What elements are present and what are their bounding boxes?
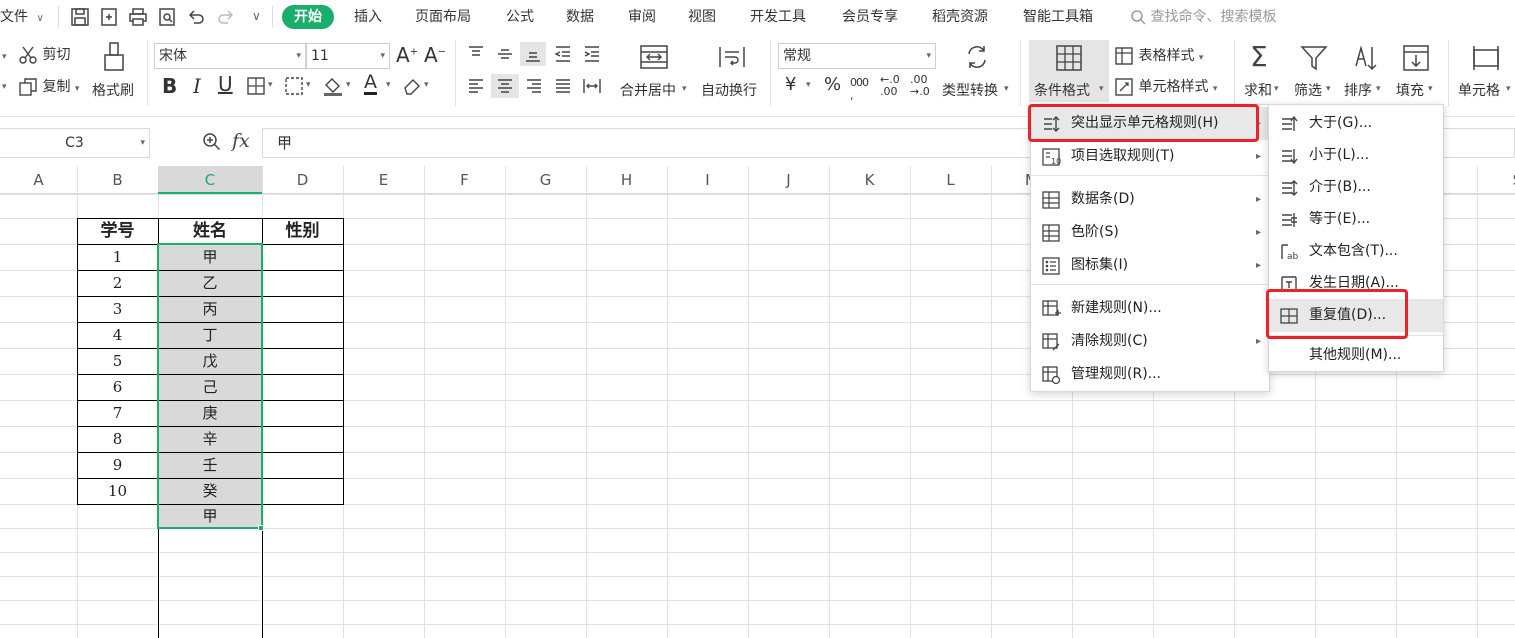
manage-rules-icon bbox=[1041, 365, 1061, 385]
highlight-submenu-item-label: 小于(L)... bbox=[1309, 147, 1370, 163]
column-header-a[interactable]: A bbox=[0, 166, 77, 194]
equal-to-icon bbox=[1279, 210, 1299, 230]
column-header-f[interactable]: F bbox=[424, 166, 505, 194]
column-header-h[interactable]: H bbox=[586, 166, 667, 194]
column-gridline bbox=[1477, 166, 1478, 638]
clear-rules-icon bbox=[1041, 332, 1061, 352]
column-gridline bbox=[424, 166, 425, 638]
menu-separator bbox=[1031, 284, 1269, 285]
highlight-submenu-item-label: 文本包含(T)... bbox=[1309, 243, 1398, 259]
highlight-submenu-item-label: 其他规则(M)... bbox=[1309, 347, 1402, 363]
header-name[interactable]: 姓名 bbox=[158, 218, 262, 244]
student-id-cell[interactable]: 7 bbox=[77, 400, 158, 426]
cf-menu-item-label: 数据条(D) bbox=[1071, 191, 1135, 207]
highlight-submenu-item[interactable]: 小于(L)... bbox=[1269, 139, 1443, 172]
column-gridline bbox=[505, 166, 506, 638]
duplicate-highlight-box-red bbox=[1266, 289, 1408, 339]
column-header-e[interactable]: E bbox=[343, 166, 424, 194]
conditional-format-menu: 突出显示单元格规则(H) ▸ 10 项目选取规则(T) ▸ 数据条(D) ▸ 色阶(S) ▸ 图标… bbox=[1030, 104, 1270, 392]
color-scales-icon bbox=[1041, 223, 1061, 243]
column-gridline bbox=[829, 166, 830, 638]
student-id-cell[interactable]: 2 bbox=[77, 270, 158, 296]
student-id-cell[interactable]: 8 bbox=[77, 426, 158, 452]
table-border bbox=[77, 218, 78, 505]
table-border bbox=[77, 218, 343, 219]
column-header-j[interactable]: J bbox=[748, 166, 829, 194]
cf-menu-item[interactable]: 清除规则(C) ▸ bbox=[1031, 325, 1269, 358]
column-gridline bbox=[991, 166, 992, 638]
student-id-cell[interactable]: 10 bbox=[77, 478, 158, 504]
chevron-right-icon: ▸ bbox=[1255, 194, 1261, 205]
column-header-b[interactable]: B bbox=[77, 166, 158, 194]
new-rule-icon bbox=[1041, 299, 1061, 319]
column-gridline bbox=[910, 166, 911, 638]
row-gridline bbox=[0, 624, 1515, 625]
column-header-g[interactable]: G bbox=[505, 166, 586, 194]
column-header-k[interactable]: K bbox=[829, 166, 910, 194]
cf-menu-item[interactable]: 新建规则(N)... bbox=[1031, 292, 1269, 325]
cf-menu-item[interactable]: 图标集(I) ▸ bbox=[1031, 249, 1269, 282]
highlight-submenu-item[interactable]: 大于(G)... bbox=[1269, 107, 1443, 140]
highlight-submenu-item[interactable]: ab 文本包含(T)... bbox=[1269, 235, 1443, 268]
data-bars-icon bbox=[1041, 190, 1061, 210]
row-gridline bbox=[0, 552, 1515, 553]
header-student-id[interactable]: 学号 bbox=[77, 218, 158, 244]
text-contains-icon: ab bbox=[1279, 242, 1299, 262]
cf-menu-item[interactable]: 色阶(S) ▸ bbox=[1031, 216, 1269, 249]
column-header-i[interactable]: I bbox=[667, 166, 748, 194]
cf-menu-item-label: 色阶(S) bbox=[1071, 224, 1119, 240]
column-gridline bbox=[748, 166, 749, 638]
highlight-submenu-item[interactable]: 等于(E)... bbox=[1269, 203, 1443, 236]
less-than-icon bbox=[1279, 146, 1299, 166]
cf-menu-item-label: 图标集(I) bbox=[1071, 257, 1129, 273]
highlight-submenu-item-label: 介于(B)... bbox=[1309, 179, 1371, 195]
between-icon bbox=[1279, 178, 1299, 198]
column-gridline bbox=[667, 166, 668, 638]
student-id-cell[interactable]: 1 bbox=[77, 244, 158, 270]
chevron-right-icon: ▸ bbox=[1255, 260, 1261, 271]
column-header-d[interactable]: D bbox=[262, 166, 343, 194]
highlight-submenu-item-label: 大于(G)... bbox=[1309, 115, 1373, 131]
cf-menu-item-label: 管理规则(R)... bbox=[1071, 366, 1162, 382]
header-gender[interactable]: 性别 bbox=[262, 218, 343, 244]
menu-separator bbox=[1031, 175, 1269, 176]
student-id-cell[interactable]: 4 bbox=[77, 322, 158, 348]
cf-menu-item[interactable]: 数据条(D) ▸ bbox=[1031, 183, 1269, 216]
svg-text:10: 10 bbox=[1051, 157, 1061, 166]
student-id-cell[interactable]: 9 bbox=[77, 452, 158, 478]
highlight-submenu-item[interactable]: 介于(B)... bbox=[1269, 171, 1443, 204]
column-header-l[interactable]: L bbox=[910, 166, 991, 194]
column-header-c[interactable]: C bbox=[158, 166, 262, 194]
column-header-s[interactable]: S bbox=[1477, 166, 1515, 194]
row-gridline bbox=[0, 576, 1515, 577]
chevron-right-icon: ▸ bbox=[1255, 151, 1261, 162]
row-gridline bbox=[0, 600, 1515, 601]
student-id-cell[interactable]: 5 bbox=[77, 348, 158, 374]
student-id-cell[interactable]: 3 bbox=[77, 296, 158, 322]
fill-handle[interactable] bbox=[258, 525, 264, 531]
cf-menu-item[interactable]: 管理规则(R)... bbox=[1031, 358, 1269, 391]
chevron-right-icon: ▸ bbox=[1255, 336, 1261, 347]
column-gridline bbox=[586, 166, 587, 638]
cf-menu-item[interactable]: 10 项目选取规则(T) ▸ bbox=[1031, 140, 1269, 173]
greater-than-icon bbox=[1279, 114, 1299, 134]
table-border bbox=[343, 218, 344, 505]
cf-menu-item-label: 项目选取规则(T) bbox=[1071, 148, 1175, 164]
svg-text:ab: ab bbox=[1287, 252, 1299, 262]
highlight-submenu-item-label: 等于(E)... bbox=[1309, 211, 1371, 227]
chevron-right-icon: ▸ bbox=[1255, 227, 1261, 238]
top-bottom-rules-icon: 10 bbox=[1041, 147, 1061, 167]
highlight-submenu-item[interactable]: 其他规则(M)... bbox=[1269, 339, 1443, 372]
highlight-box-red bbox=[1028, 104, 1259, 142]
selection-range-border[interactable] bbox=[157, 243, 263, 529]
cf-menu-item-label: 清除规则(C) bbox=[1071, 333, 1148, 349]
cf-menu-item-label: 新建规则(N)... bbox=[1071, 300, 1162, 316]
student-id-cell[interactable]: 6 bbox=[77, 374, 158, 400]
icon-sets-icon bbox=[1041, 256, 1061, 276]
